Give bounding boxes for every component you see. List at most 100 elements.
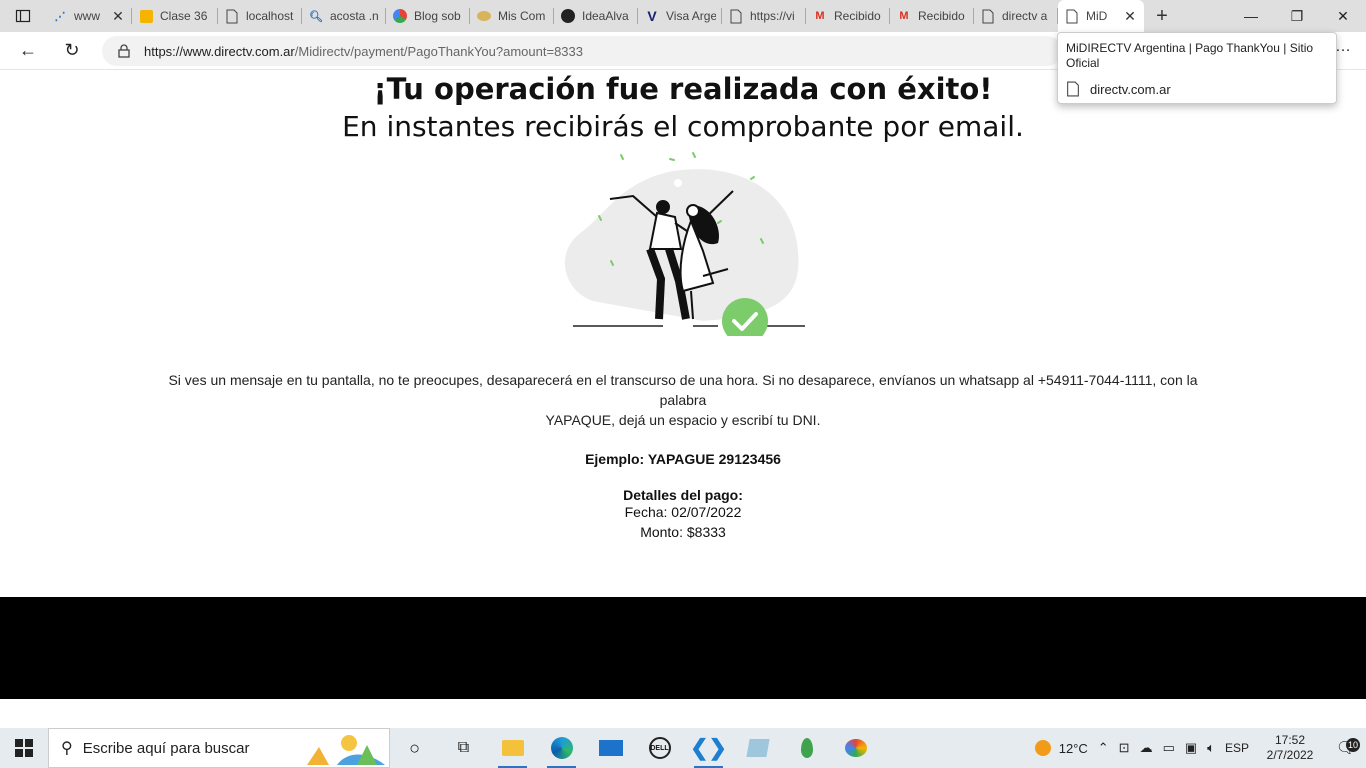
search-icon: 🔍︎ bbox=[309, 10, 323, 23]
mongodb-button[interactable] bbox=[782, 728, 831, 768]
file-explorer-button[interactable] bbox=[488, 728, 537, 768]
network-icon[interactable]: ▣ bbox=[1185, 740, 1197, 756]
tab-actions-icon bbox=[15, 9, 31, 23]
page-bottom-blank bbox=[0, 699, 1366, 728]
url-field[interactable]: https://www.directv.com.ar/Midirectv/pay… bbox=[102, 36, 1062, 66]
info-message: Si ves un mensaje en tu pantalla, no te … bbox=[153, 370, 1213, 430]
tab-visa[interactable]: V Visa Arge bbox=[638, 0, 722, 32]
notepad-icon bbox=[745, 739, 770, 757]
restore-icon: ❐ bbox=[1290, 7, 1304, 24]
page-icon bbox=[1067, 81, 1079, 97]
url-host: https://www.directv.com.ar bbox=[144, 43, 295, 59]
page-icon bbox=[980, 8, 996, 24]
back-arrow-icon: ← bbox=[19, 40, 37, 60]
cortana-icon: ○ bbox=[409, 737, 420, 758]
task-view-button-2[interactable]: ⧉ bbox=[439, 728, 488, 768]
minimize-button[interactable]: — bbox=[1228, 0, 1274, 32]
mail-button[interactable] bbox=[586, 728, 635, 768]
info-message-line-1: Si ves un mensaje en tu pantalla, no te … bbox=[168, 372, 1198, 408]
hover-card-domain-row: directv.com.ar bbox=[1066, 81, 1328, 97]
edge-button[interactable] bbox=[537, 728, 586, 768]
gmail-icon: M bbox=[899, 10, 909, 22]
volume-icon[interactable]: 🔈︎ bbox=[1207, 740, 1215, 756]
page-icon bbox=[728, 8, 744, 24]
taskbar-search-placeholder: Escribe aquí para buscar bbox=[82, 739, 250, 757]
close-window-button[interactable]: ✕ bbox=[1320, 0, 1366, 32]
windows-logo-icon bbox=[15, 739, 33, 757]
tab-blog[interactable]: Blog sob bbox=[386, 0, 470, 32]
url-path: /Midirectv/payment/PagoThankYou?amount=8… bbox=[294, 43, 583, 59]
cloud-icon[interactable]: ☁ bbox=[1140, 740, 1153, 756]
github-icon bbox=[560, 8, 576, 24]
restore-button[interactable]: ❐ bbox=[1274, 0, 1320, 32]
loading-icon: ⋰ bbox=[54, 10, 66, 23]
celebration-illustration bbox=[564, 152, 805, 336]
paint-button[interactable] bbox=[831, 728, 880, 768]
window-controls: — ❐ ✕ bbox=[1228, 0, 1366, 32]
hover-card-domain: directv.com.ar bbox=[1090, 81, 1171, 97]
back-button[interactable]: ← bbox=[6, 32, 50, 70]
tab-recibido-1[interactable]: M Recibido bbox=[806, 0, 890, 32]
tab-hover-card: MiDIRECTV Argentina | Pago ThankYou | Si… bbox=[1057, 32, 1337, 104]
tab-acosta[interactable]: 🔍︎ acosta .n bbox=[302, 0, 386, 32]
battery-icon[interactable]: ▭ bbox=[1163, 740, 1175, 756]
tab-ideaalva[interactable]: IdeaAlva bbox=[554, 0, 638, 32]
notification-count: 10 bbox=[1346, 738, 1360, 752]
tab-directv[interactable]: directv a bbox=[974, 0, 1058, 32]
plus-icon: + bbox=[1156, 4, 1168, 27]
page-footer bbox=[0, 597, 1366, 699]
tab-strip: ⋰ www ✕ Clase 36 localhost 🔍︎ acosta .n … bbox=[0, 0, 1366, 32]
temperature: 12°C bbox=[1058, 740, 1088, 756]
tab-actions-button[interactable] bbox=[0, 0, 46, 32]
taskbar: ⚲ Escribe aquí para buscar ○ ⧉ DELL ❮❯ 1… bbox=[0, 728, 1366, 768]
dell-button[interactable]: DELL bbox=[635, 728, 684, 768]
hover-card-title: MiDIRECTV Argentina | Pago ThankYou | Si… bbox=[1066, 41, 1314, 70]
tab-mis-com[interactable]: Mis Com bbox=[470, 0, 554, 32]
page-content: ¡Tu operación fue realizada con éxito! E… bbox=[0, 71, 1366, 597]
new-tab-button[interactable]: + bbox=[1144, 0, 1180, 32]
minimize-icon: — bbox=[1244, 8, 1258, 24]
notification-center-button[interactable]: 🗨︎ 10 bbox=[1326, 738, 1366, 758]
tab-recibido-2[interactable]: M Recibido bbox=[890, 0, 974, 32]
food-icon bbox=[476, 8, 492, 24]
meet-now-icon[interactable]: ⊡ bbox=[1119, 740, 1130, 756]
visa-icon: V bbox=[647, 8, 657, 24]
system-tray: 12°C ⌃ ⊡ ☁ ▭ ▣ 🔈︎ ESP 17:52 2/7/2022 🗨︎ … bbox=[1030, 728, 1366, 768]
more-options-icon[interactable]: … bbox=[1335, 38, 1352, 56]
language-indicator[interactable]: ESP bbox=[1225, 741, 1249, 755]
payment-details-title: Detalles del pago: bbox=[623, 487, 743, 503]
search-highlight-icon bbox=[307, 735, 385, 765]
notepad-button[interactable] bbox=[733, 728, 782, 768]
payment-amount: Monto: $8333 bbox=[640, 523, 726, 540]
task-view-icon: ⧉ bbox=[457, 739, 470, 756]
close-tab-icon[interactable]: ✕ bbox=[110, 8, 126, 25]
tab-www[interactable]: ⋰ www ✕ bbox=[46, 0, 132, 32]
vscode-button[interactable]: ❮❯ bbox=[684, 728, 733, 768]
tab-midirectv-active[interactable]: MiD ✕ bbox=[1058, 0, 1144, 32]
slides-icon bbox=[138, 8, 154, 24]
page-icon bbox=[224, 8, 240, 24]
close-tab-icon[interactable]: ✕ bbox=[1122, 8, 1138, 25]
clock[interactable]: 17:52 2/7/2022 bbox=[1254, 733, 1326, 763]
mongodb-icon bbox=[800, 738, 813, 758]
gmail-icon: M bbox=[815, 10, 825, 22]
tab-https-vi[interactable]: https://vi bbox=[722, 0, 806, 32]
refresh-button[interactable]: ↻ bbox=[50, 32, 94, 70]
paint-icon bbox=[844, 739, 867, 757]
payment-date: Fecha: 02/07/2022 bbox=[624, 504, 742, 520]
lock-icon bbox=[118, 44, 130, 58]
info-message-line-2: YAPAQUE, dejá un espacio y escribí tu DN… bbox=[545, 412, 821, 428]
chevron-up-icon[interactable]: ⌃ bbox=[1098, 740, 1109, 756]
blog-icon bbox=[392, 8, 408, 24]
refresh-icon: ↻ bbox=[64, 40, 80, 60]
task-view-button[interactable]: ○ bbox=[390, 728, 439, 768]
success-subheading: En instantes recibirás el comprobante po… bbox=[342, 110, 1024, 143]
page-icon bbox=[1064, 8, 1080, 24]
weather-widget[interactable]: 12°C bbox=[1034, 740, 1088, 756]
example-text: Ejemplo: YAPAGUE 29123456 bbox=[585, 451, 781, 467]
tab-localhost[interactable]: localhost bbox=[218, 0, 302, 32]
tab-clase-36[interactable]: Clase 36 bbox=[132, 0, 218, 32]
close-icon: ✕ bbox=[1337, 7, 1349, 24]
taskbar-search-box[interactable]: ⚲ Escribe aquí para buscar bbox=[48, 728, 390, 768]
start-button[interactable] bbox=[0, 728, 48, 768]
